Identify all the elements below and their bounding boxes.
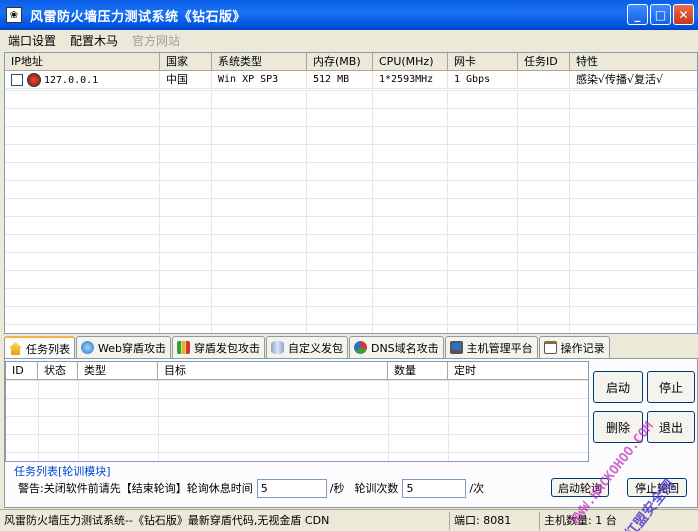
globe-icon xyxy=(81,341,94,354)
close-icon[interactable]: ✕ xyxy=(673,4,694,25)
tab-custom-packet[interactable]: 自定义发包 xyxy=(265,336,348,358)
poll-count-label: 轮训次数 xyxy=(354,482,399,495)
column-divider xyxy=(569,90,570,333)
bar-chart-icon xyxy=(176,341,190,354)
host-cpu: 1*2593MHz xyxy=(373,71,448,88)
poll-count-input[interactable]: 5 xyxy=(402,478,467,498)
host-task-id xyxy=(518,71,570,88)
host-country: 中国 xyxy=(160,71,212,88)
exit-button[interactable]: 退出 xyxy=(647,411,695,443)
monitor-icon xyxy=(449,341,463,354)
host-table-body xyxy=(5,90,697,333)
column-divider xyxy=(388,380,389,461)
tab-dns-attack[interactable]: DNS域名攻击 xyxy=(348,336,444,358)
col-header-task-id[interactable]: 任务ID xyxy=(518,53,570,70)
tab-packet-attack[interactable]: 穿盾发包攻击 xyxy=(171,336,265,358)
status-message: 风雷防火墙压力测试系统--《钻石版》最新穿盾代码,无视金盾 CDN xyxy=(0,511,450,530)
window-title: 风雷防火墙压力测试系统《钻石版》 xyxy=(30,9,247,25)
minimize-icon[interactable]: _ xyxy=(627,4,648,25)
col-header-ip[interactable]: IP地址 xyxy=(5,53,160,70)
host-os: Win XP SP3 xyxy=(212,71,307,88)
host-table-header: IP地址 国家 系统类型 内存(MB) CPU(MHz) 网卡 任务ID 特性 xyxy=(5,53,697,71)
rest-unit: /秒 xyxy=(329,482,345,495)
title-bar: ❀ 风雷防火墙压力测试系统《钻石版》 _ □ ✕ xyxy=(0,0,698,30)
tab-strip: 任务列表 Web穿盾攻击 穿盾发包攻击 自定义发包 DNS域名攻击 主机管理平台… xyxy=(4,336,611,359)
polling-row: 警告:关闭软件前请先【结束轮询】轮询休息时间 5 /秒 轮训次数 5 /次 xyxy=(18,478,484,498)
stop-polling-button[interactable]: 停止轮回 xyxy=(627,478,687,497)
table-row[interactable]: 127.0.0.1 中国 Win XP SP3 512 MB 1*2593MHz… xyxy=(5,71,697,89)
pie-chart-icon xyxy=(353,341,367,354)
column-divider xyxy=(211,90,212,333)
menu-official-site: 官方网站 xyxy=(132,33,181,48)
column-divider xyxy=(78,380,79,461)
maximize-icon[interactable]: □ xyxy=(650,4,671,25)
host-table[interactable]: IP地址 国家 系统类型 内存(MB) CPU(MHz) 网卡 任务ID 特性 … xyxy=(4,52,698,334)
column-divider xyxy=(38,380,39,461)
host-ip-cell: 127.0.0.1 xyxy=(5,71,160,88)
host-features: 感染√传播√复活√ xyxy=(576,73,664,86)
col-header-cpu[interactable]: CPU(MHz) xyxy=(373,53,448,70)
col-header-schedule[interactable]: 定时 xyxy=(448,362,588,379)
col-header-target[interactable]: 目标 xyxy=(158,362,388,379)
col-header-country[interactable]: 国家 xyxy=(160,53,212,70)
tab-operation-log[interactable]: 操作记录 xyxy=(538,336,610,358)
task-table[interactable]: ID 状态 类型 目标 数量 定时 xyxy=(5,361,589,462)
col-header-count[interactable]: 数量 xyxy=(388,362,448,379)
poll-count-unit: /次 xyxy=(469,482,485,495)
cylinder-icon xyxy=(270,341,284,354)
start-polling-button[interactable]: 启动轮询 xyxy=(551,478,609,497)
status-port: 端口: 8081 xyxy=(450,511,540,530)
tab-task-list[interactable]: 任务列表 xyxy=(4,336,75,359)
col-header-status[interactable]: 状态 xyxy=(38,362,78,379)
menu-configure-trojan[interactable]: 配置木马 xyxy=(62,32,124,49)
home-icon xyxy=(9,342,22,355)
column-divider xyxy=(447,90,448,333)
col-header-type[interactable]: 类型 xyxy=(78,362,158,379)
host-memory: 512 MB xyxy=(307,71,373,88)
tab-host-management[interactable]: 主机管理平台 xyxy=(444,336,538,358)
polling-warning: 警告:关闭软件前请先【结束轮询】轮询休息时间 xyxy=(18,482,253,495)
col-header-id[interactable]: ID xyxy=(6,362,38,379)
task-table-body xyxy=(6,380,588,461)
clipboard-icon xyxy=(543,341,557,354)
menu-bar: 端口设置 配置木马 官方网站 xyxy=(0,30,698,50)
host-checkbox[interactable] xyxy=(11,74,23,86)
rest-time-input[interactable]: 5 xyxy=(256,478,327,498)
status-bar: 风雷防火墙压力测试系统--《钻石版》最新穿盾代码,无视金盾 CDN 端口: 80… xyxy=(0,509,698,531)
status-host-count: 主机数量: 1 台 xyxy=(544,513,617,527)
delete-button[interactable]: 删除 xyxy=(593,411,643,443)
start-button[interactable]: 启动 xyxy=(593,371,643,403)
column-divider xyxy=(517,90,518,333)
col-header-memory[interactable]: 内存(MB) xyxy=(307,53,373,70)
column-divider xyxy=(159,90,160,333)
polling-group-title: 任务列表[轮训模块] xyxy=(14,465,111,478)
menu-port-settings[interactable]: 端口设置 xyxy=(0,32,62,49)
task-table-header: ID 状态 类型 目标 数量 定时 xyxy=(6,362,588,380)
column-divider xyxy=(306,90,307,333)
app-icon[interactable]: ❀ xyxy=(6,7,22,23)
host-nic: 1 Gbps xyxy=(448,71,518,88)
col-header-os[interactable]: 系统类型 xyxy=(212,53,307,70)
host-icon xyxy=(27,73,41,87)
stop-button[interactable]: 停止 xyxy=(647,371,695,403)
window-controls: _ □ ✕ xyxy=(627,4,694,25)
col-header-features[interactable]: 特性 xyxy=(570,53,697,70)
column-divider xyxy=(158,380,159,461)
tab-web-attack[interactable]: Web穿盾攻击 xyxy=(76,336,171,358)
col-header-nic[interactable]: 网卡 xyxy=(448,53,518,70)
column-divider xyxy=(372,90,373,333)
host-ip: 127.0.0.1 xyxy=(44,75,99,86)
column-divider xyxy=(448,380,449,461)
